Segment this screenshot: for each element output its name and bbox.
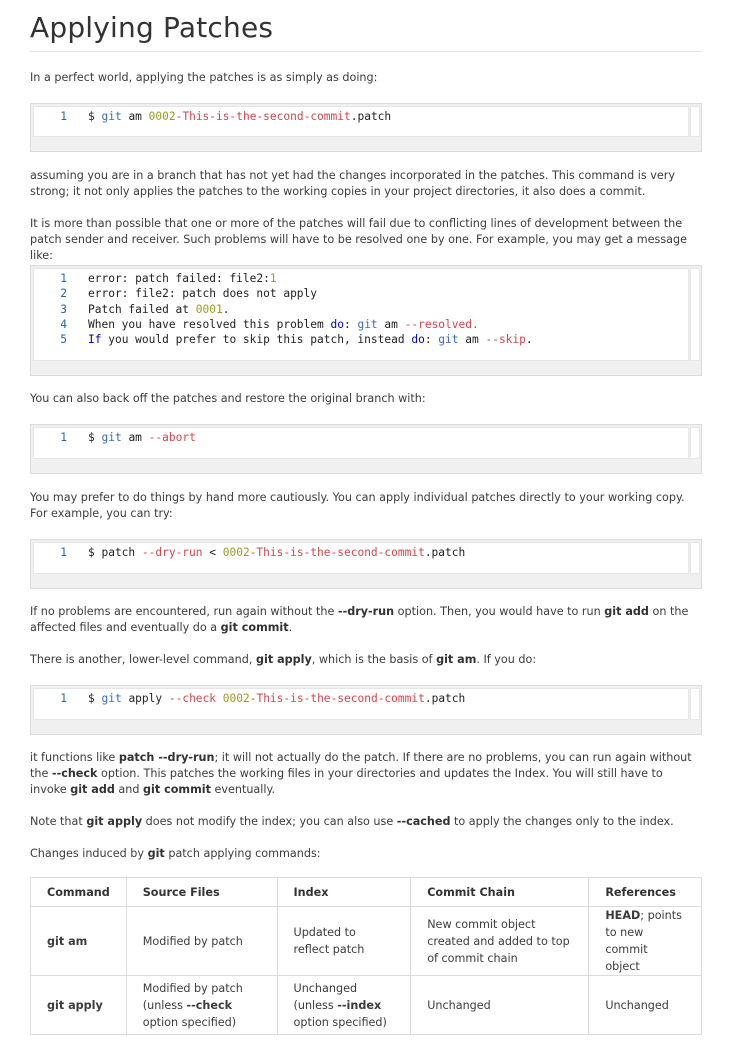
paragraph-lower-level: There is another, lower-level command, g… [30,653,537,666]
line-number: 3 [60,302,67,316]
cell-references: Unchanged [588,975,702,1035]
code-line: 1 $ git am --abort [33,430,673,445]
line-number: 2 [60,287,67,301]
line-number: 5 [60,333,67,347]
code-line: 2 error: file2: patch does not apply [33,286,673,301]
patch-commands-table: Command Source Files Index Commit Chain … [30,877,702,1035]
code-line: 1 $ git apply --check 0002-This-is-the-se… [33,691,673,706]
code-line: 5 If you would prefer to skip this patch,… [33,332,673,347]
code-text: error: patch failed: file2:1 [88,272,277,285]
column-header-references: References [588,877,702,907]
cell-index: Unchanged (unless --index option specifi… [276,975,412,1035]
table-row: git am Modified by patch Updated to refl… [30,906,702,976]
code-line: 1 $ patch --dry-run < 0002-This-is-the-se… [33,545,673,560]
cell-source-files: Modified by patch (unless --check option… [125,975,278,1035]
title-divider [30,51,702,52]
cell-command: git am [30,906,127,976]
code-text: When you have resolved this problem do: … [88,317,479,331]
cell-command: git apply [30,975,127,1035]
code-block-git-am-abort: 1 $ git am --abort [30,424,702,474]
code-line: 1 $ git am 0002-This-is-the-second-commit… [33,109,673,124]
paragraph-changes-induced: Changes induced by git patch applying co… [30,847,321,860]
column-header-command: Command [30,877,127,907]
paragraph-back-off: You can also back off the patches and re… [30,392,426,405]
paragraph-functions-like: it functions like patch --dry-run; it wi… [30,751,692,796]
paragraph-note: Note that git apply does not modify the … [30,815,674,828]
code-block-error-message: 1 error: patch failed: file2:1 2 error: fil… [30,265,702,376]
code-scrollbar[interactable] [690,268,700,361]
line-number: 1 [60,546,67,559]
code-line: 4 When you have resolved this problem do:… [33,317,673,332]
cell-commit-chain: Unchanged [410,975,590,1035]
column-header-commit-chain: Commit Chain [410,877,590,907]
column-header-index: Index [276,877,412,907]
column-header-source-files: Source Files [125,877,278,907]
table-row: git apply Modified by patch (unless --ch… [30,975,702,1035]
cell-index: Updated to reflect patch [276,906,412,976]
paragraph-by-hand: You may prefer to do things by hand more… [30,491,685,520]
code-scrollbar[interactable] [690,427,700,459]
line-number: 1 [60,431,67,444]
code-scrollbar[interactable] [690,106,700,137]
code-line: 1 error: patch failed: file2:1 [33,271,673,286]
code-block-git-apply-check: 1 $ git apply --check 0002-This-is-the-se… [30,685,702,735]
line-number: 1 [60,272,67,285]
code-scrollbar[interactable] [690,542,700,574]
cell-references: HEAD; points to new commit object [588,906,702,976]
paragraph-conflicts: It is more than possible that one or mor… [30,217,688,262]
line-number: 1 [60,110,67,123]
code-line: 3 Patch failed at 0001. [33,302,673,317]
line-number: 4 [60,317,67,331]
code-block-git-am: 1 $ git am 0002-This-is-the-second-commit… [30,103,702,152]
code-text: error: file2: patch does not apply [88,287,318,301]
paragraph-no-problems: If no problems are encountered, run agai… [30,605,689,634]
code-text: Patch failed at 0001. [88,302,230,316]
code-text: $ git apply --check 0002-This-is-the-sec… [88,692,466,705]
cell-commit-chain: New commit object created and added to t… [410,906,590,976]
code-text: If you would prefer to skip this patch, … [88,333,533,347]
paragraph-intro: In a perfect world, applying the patches… [30,71,378,84]
code-block-patch-dry-run: 1 $ patch --dry-run < 0002-This-is-the-se… [30,539,702,589]
paragraph-assuming: assuming you are in a branch that has no… [30,169,675,198]
code-text: $ git am 0002-This-is-the-second-commit.… [88,110,392,123]
code-text: $ git am --abort [88,431,196,444]
line-number: 1 [60,692,67,705]
code-text: $ patch --dry-run < 0002-This-is-the-sec… [88,546,466,559]
page-title: Applying Patches [30,11,274,44]
cell-source-files: Modified by patch [125,906,278,976]
table-header-row: Command Source Files Index Commit Chain … [30,877,702,907]
code-scrollbar[interactable] [690,688,700,720]
